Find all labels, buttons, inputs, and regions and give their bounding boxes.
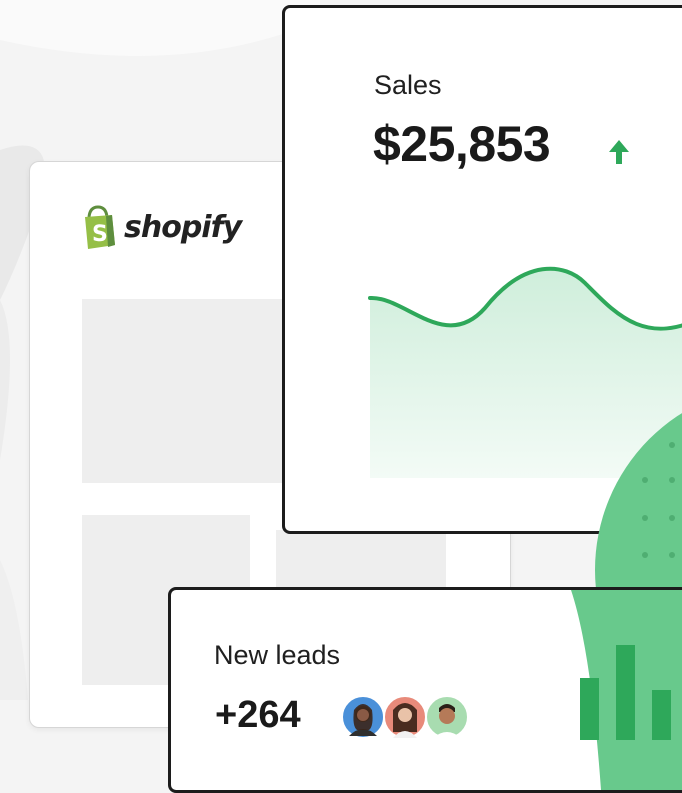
sales-trend-chart	[368, 266, 682, 478]
leads-bar-3	[652, 690, 671, 740]
sales-label: Sales	[374, 70, 442, 100]
leads-bar-2	[616, 645, 635, 740]
lead-avatars	[341, 695, 469, 739]
shopify-logo: S shopify	[82, 205, 242, 249]
shopify-wordmark: shopify	[124, 209, 242, 245]
content-placeholder-top	[82, 299, 282, 483]
arrow-up-icon	[609, 140, 629, 164]
sales-area	[370, 268, 682, 478]
avatar-2	[383, 695, 427, 739]
leads-bar-1	[580, 678, 599, 740]
svg-text:S: S	[92, 222, 108, 247]
shopify-bag-icon: S	[85, 205, 115, 249]
leads-bar-chart	[571, 590, 682, 790]
sales-card: Sales $25,853	[282, 5, 682, 534]
new-leads-label: New leads	[214, 640, 341, 670]
sales-value: $25,853	[373, 116, 551, 172]
new-leads-value: +264	[215, 694, 301, 736]
avatar-1	[341, 695, 385, 739]
content-placeholder-bottom-mid	[276, 530, 446, 590]
avatar-3	[425, 695, 469, 739]
new-leads-card: New leads +264	[168, 587, 682, 793]
